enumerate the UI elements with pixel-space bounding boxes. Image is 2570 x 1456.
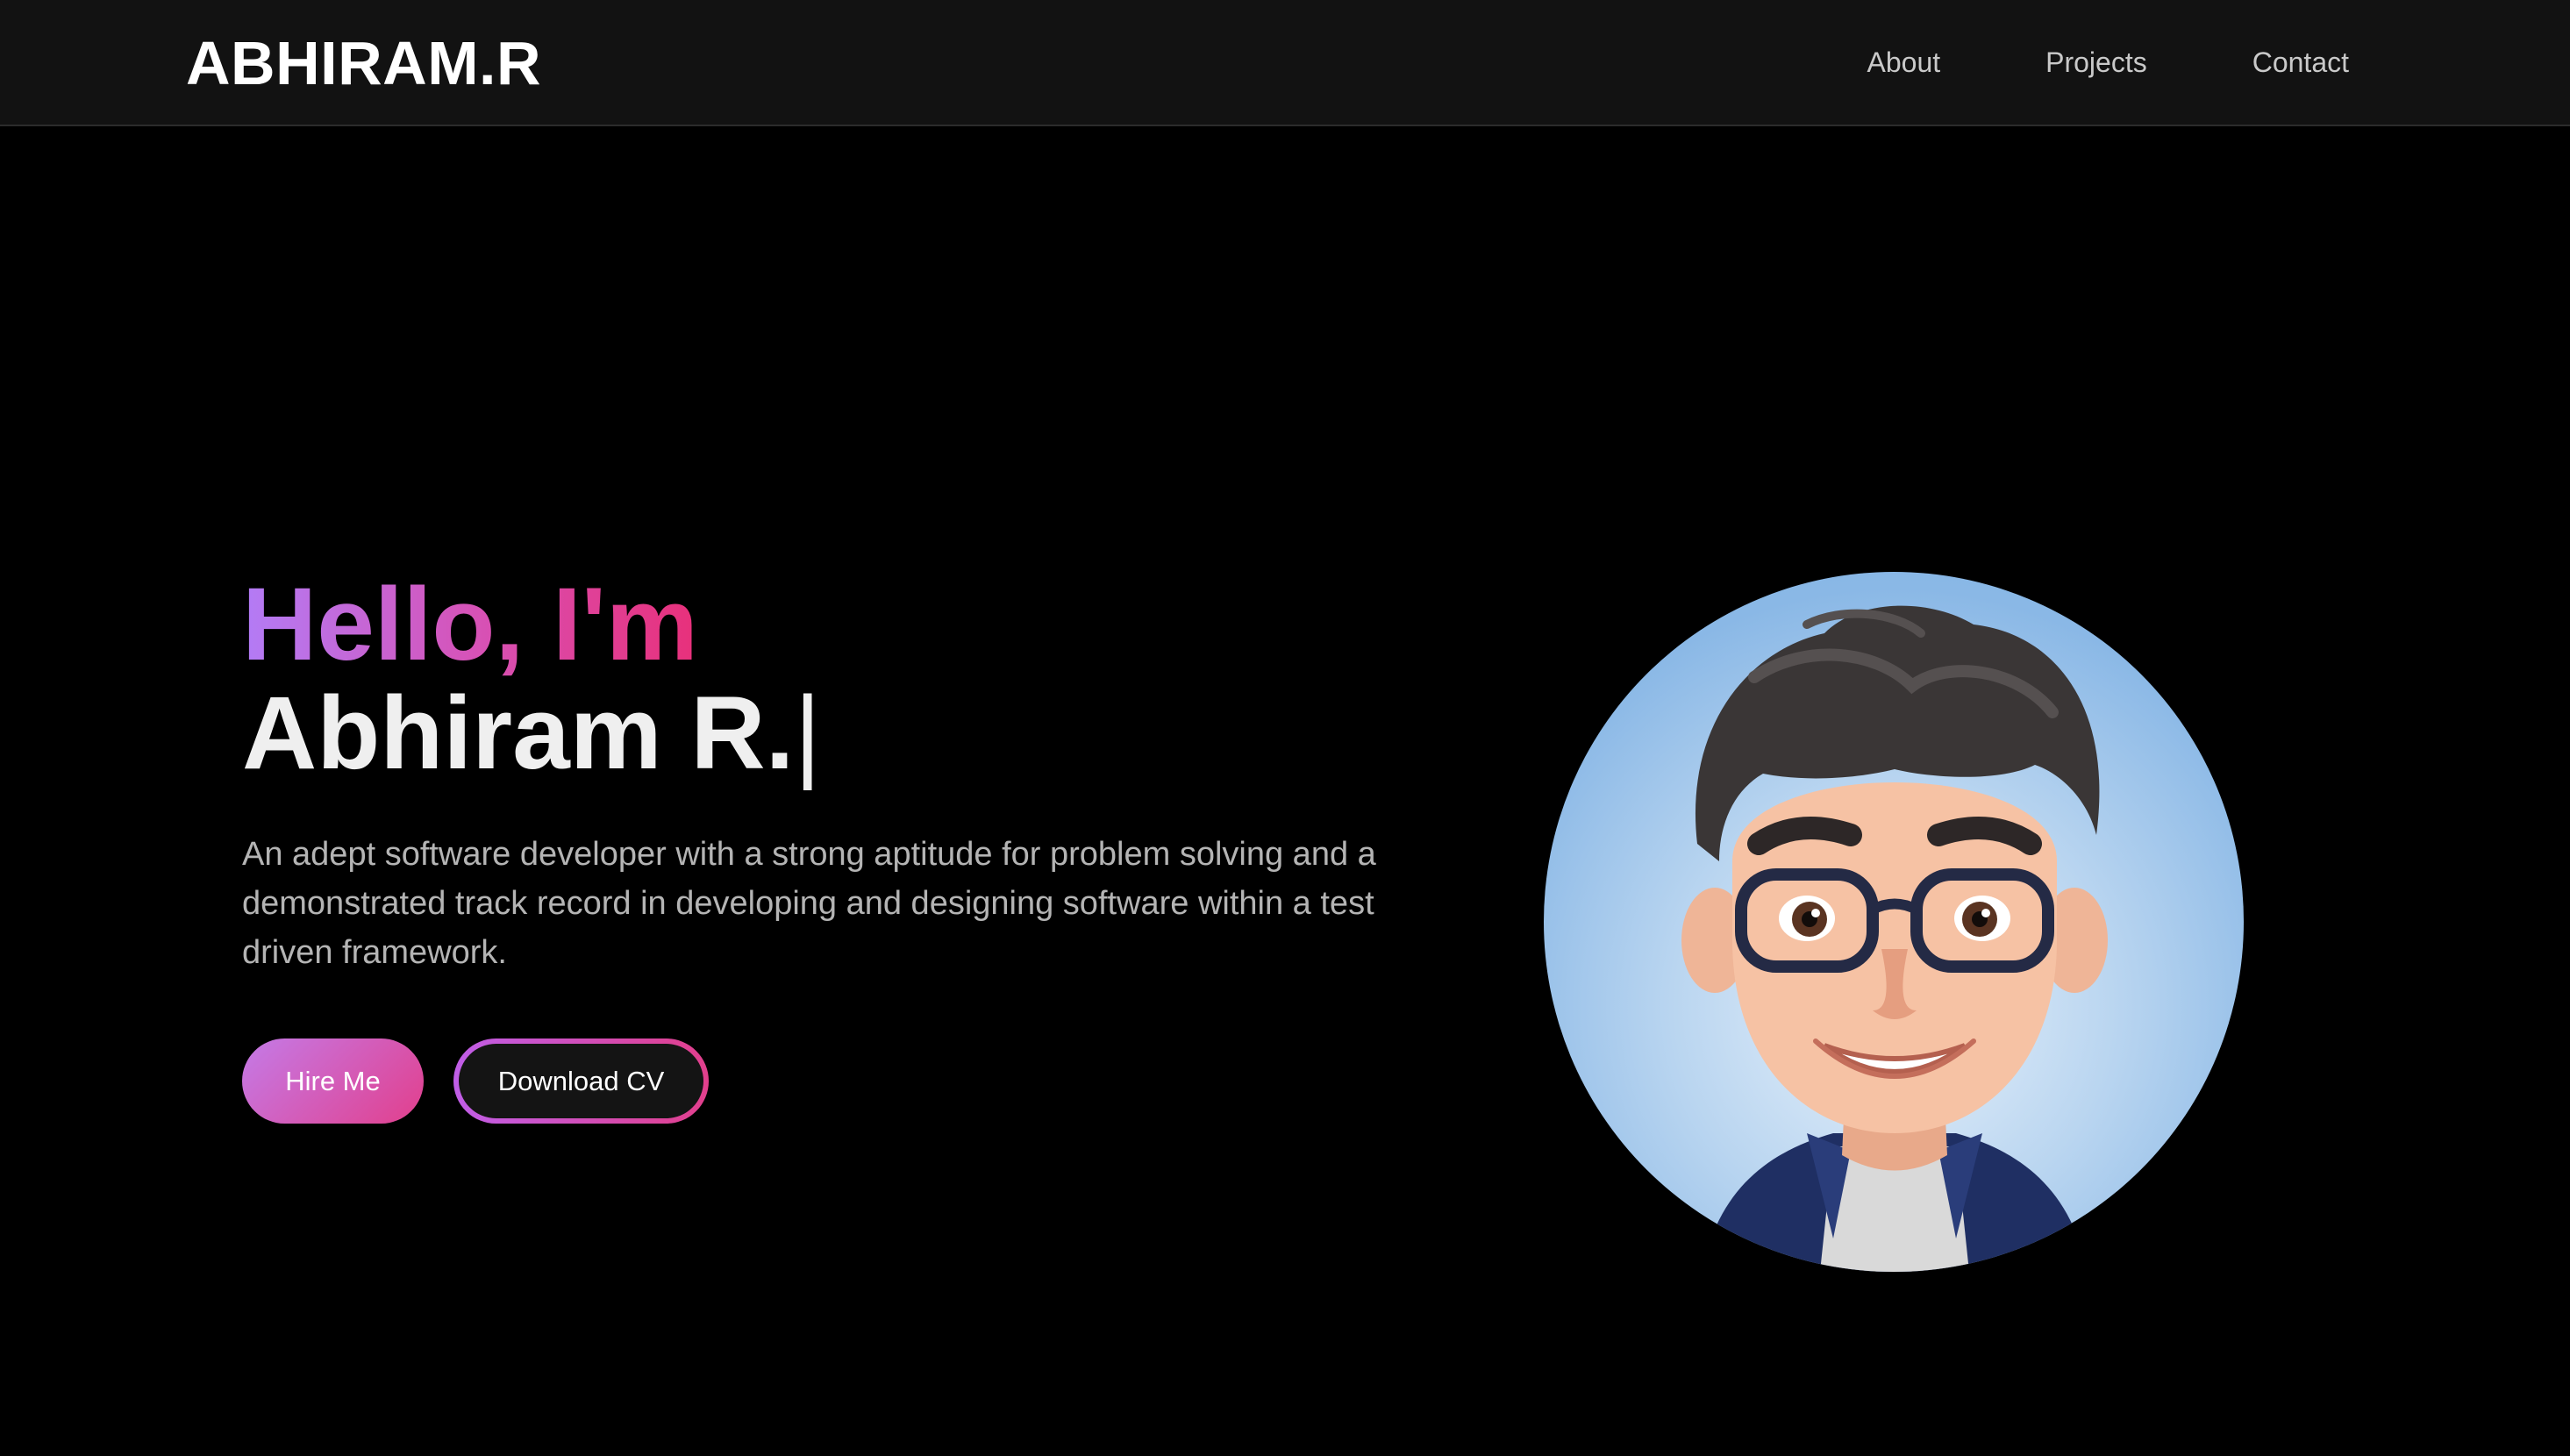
hero-buttons: Hire Me Download CV bbox=[242, 1038, 1488, 1124]
hero-bio: An adept software developer with a stron… bbox=[242, 836, 1376, 971]
profile-avatar bbox=[1544, 572, 2244, 1272]
nav-link-projects[interactable]: Projects bbox=[2045, 44, 2147, 81]
nav-link-about[interactable]: About bbox=[1867, 44, 1941, 81]
cartoon-avatar-icon bbox=[1681, 605, 2108, 1272]
navbar: ABHIRAM.R About Projects Contact bbox=[0, 0, 2570, 126]
hero-section: Hello, I'm Abhiram R.| An adept software… bbox=[242, 570, 1488, 1124]
nav-links: About Projects Contact bbox=[1867, 44, 2350, 81]
download-cv-button[interactable]: Download CV bbox=[453, 1038, 709, 1124]
typing-cursor: | bbox=[794, 675, 822, 791]
nav-link-contact[interactable]: Contact bbox=[2252, 44, 2349, 81]
hero-name: Abhiram R.| bbox=[242, 679, 1488, 788]
site-logo[interactable]: ABHIRAM.R bbox=[186, 30, 541, 96]
hero-greeting: Hello, I'm bbox=[242, 567, 698, 682]
hero-name-text: Abhiram R. bbox=[242, 675, 795, 791]
hire-me-button[interactable]: Hire Me bbox=[242, 1038, 424, 1124]
